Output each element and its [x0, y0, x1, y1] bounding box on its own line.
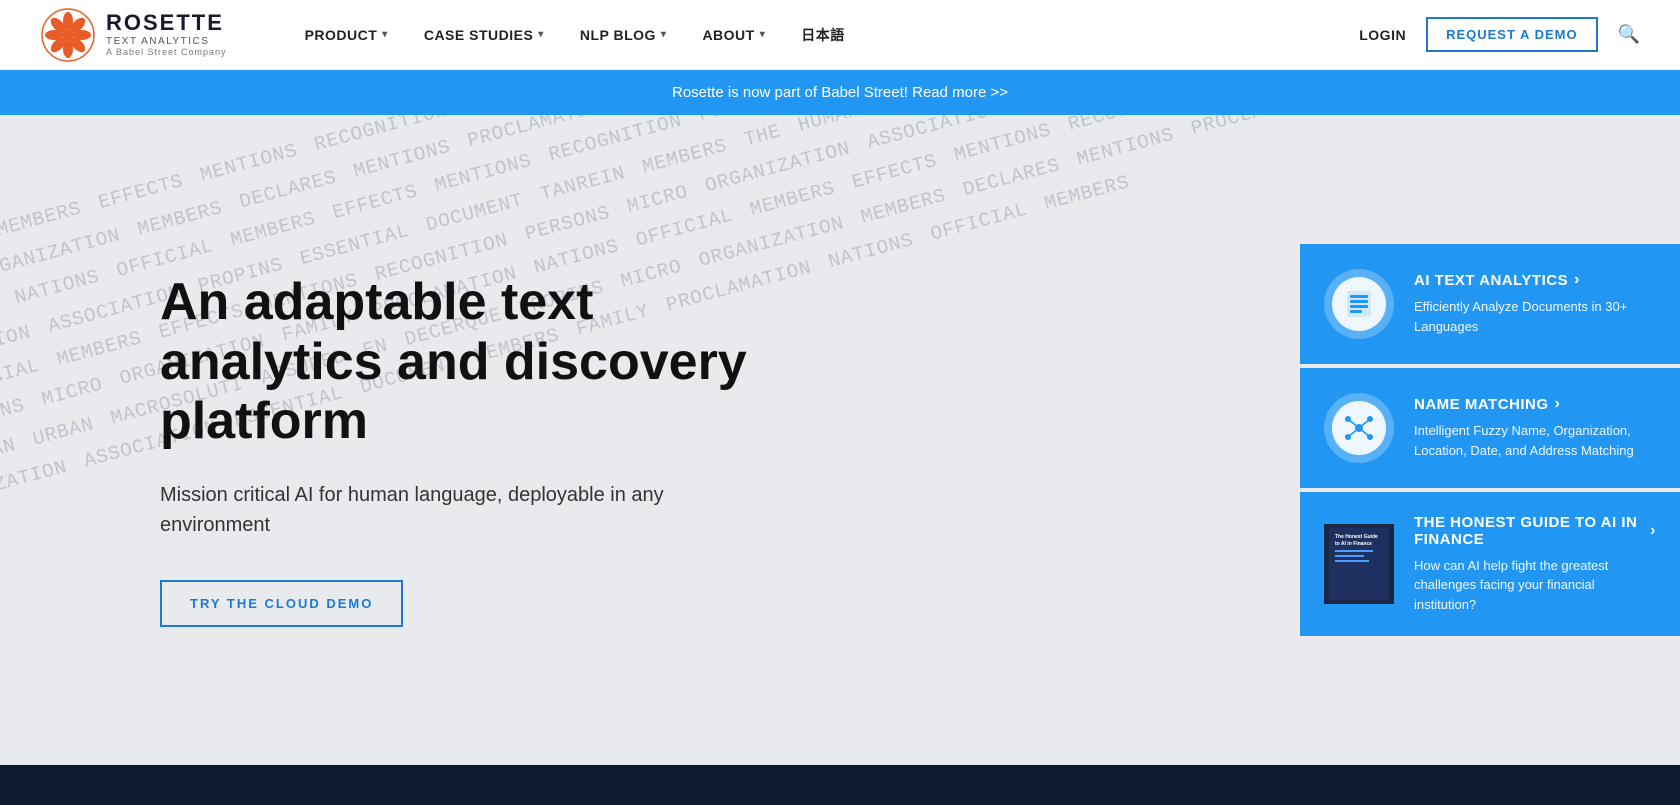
logo-babel: A Babel Street Company	[106, 47, 227, 57]
finance-guide-arrow-icon: ›	[1650, 522, 1656, 540]
navbar: ROSETTE TEXT ANALYTICS A Babel Street Co…	[0, 0, 1680, 70]
ai-text-icon	[1332, 277, 1386, 331]
request-demo-button[interactable]: REQUEST A DEMO	[1426, 17, 1598, 52]
name-matching-icon-wrap	[1324, 393, 1394, 463]
login-link[interactable]: LOGIN	[1359, 27, 1406, 43]
logo-sub: TEXT ANALYTICS	[106, 36, 227, 47]
hero-title: An adaptable text analytics and discover…	[160, 273, 780, 452]
hero-subtitle: Mission critical AI for human language, …	[160, 480, 680, 540]
search-icon[interactable]: 🔍	[1618, 24, 1640, 45]
finance-guide-card-title: THE HONEST GUIDE TO AI IN FINANCE ›	[1414, 514, 1656, 548]
nav-case-studies[interactable]: CASE STUDIES ▾	[406, 0, 562, 70]
finance-guide-card[interactable]: The Honest Guide to AI in Finance THE HO…	[1300, 492, 1680, 637]
nav-product[interactable]: PRODUCT ▾	[287, 0, 406, 70]
name-matching-card-title: NAME MATCHING ›	[1414, 395, 1656, 413]
ai-text-icon-wrap	[1324, 269, 1394, 339]
try-cloud-demo-button[interactable]: TRY THE CLOUD DEMO	[160, 580, 403, 627]
announcement-banner[interactable]: Rosette is now part of Babel Street! Rea…	[0, 70, 1680, 115]
name-matching-arrow-icon: ›	[1555, 395, 1561, 413]
footer-bar	[0, 765, 1680, 805]
logo-icon	[40, 7, 96, 63]
document-lines-icon	[1341, 286, 1377, 322]
ai-text-card-desc: Efficiently Analyze Documents in 30+ Lan…	[1414, 297, 1656, 336]
network-icon	[1340, 409, 1378, 447]
name-matching-icon	[1332, 401, 1386, 455]
about-chevron-icon: ▾	[760, 29, 766, 40]
ai-text-arrow-icon: ›	[1574, 271, 1580, 289]
finance-book-thumbnail: The Honest Guide to AI in Finance	[1324, 524, 1394, 604]
ai-text-analytics-card[interactable]: AI TEXT ANALYTICS › Efficiently Analyze …	[1300, 244, 1680, 364]
nav-links: PRODUCT ▾ CASE STUDIES ▾ NLP BLOG ▾ ABOU…	[287, 0, 1360, 70]
name-matching-card-desc: Intelligent Fuzzy Name, Organization, Lo…	[1414, 421, 1656, 460]
finance-guide-card-desc: How can AI help fight the greatest chall…	[1414, 556, 1656, 615]
ai-text-card-text: AI TEXT ANALYTICS › Efficiently Analyze …	[1414, 271, 1656, 336]
name-matching-card[interactable]: NAME MATCHING › Intelligent Fuzzy Name, …	[1300, 368, 1680, 488]
name-matching-card-text: NAME MATCHING › Intelligent Fuzzy Name, …	[1414, 395, 1656, 460]
case-studies-chevron-icon: ▾	[538, 29, 544, 40]
nlp-blog-chevron-icon: ▾	[661, 29, 667, 40]
finance-guide-card-text: THE HONEST GUIDE TO AI IN FINANCE › How …	[1414, 514, 1656, 615]
logo-name: ROSETTE	[106, 12, 227, 34]
hero-cards: AI TEXT ANALYTICS › Efficiently Analyze …	[1300, 115, 1680, 765]
hero-section: FAMILY PROCLAMATION NATIONS OFFICIAL MEM…	[0, 115, 1680, 765]
nav-right: LOGIN REQUEST A DEMO 🔍	[1359, 17, 1640, 52]
nav-nlp-blog[interactable]: NLP BLOG ▾	[562, 0, 685, 70]
hero-content: An adaptable text analytics and discover…	[0, 115, 1300, 765]
product-chevron-icon: ▾	[382, 29, 388, 40]
nav-japanese[interactable]: 日本語	[783, 0, 863, 70]
nav-about[interactable]: ABOUT ▾	[684, 0, 783, 70]
ai-text-card-title: AI TEXT ANALYTICS ›	[1414, 271, 1656, 289]
logo[interactable]: ROSETTE TEXT ANALYTICS A Babel Street Co…	[40, 7, 227, 63]
